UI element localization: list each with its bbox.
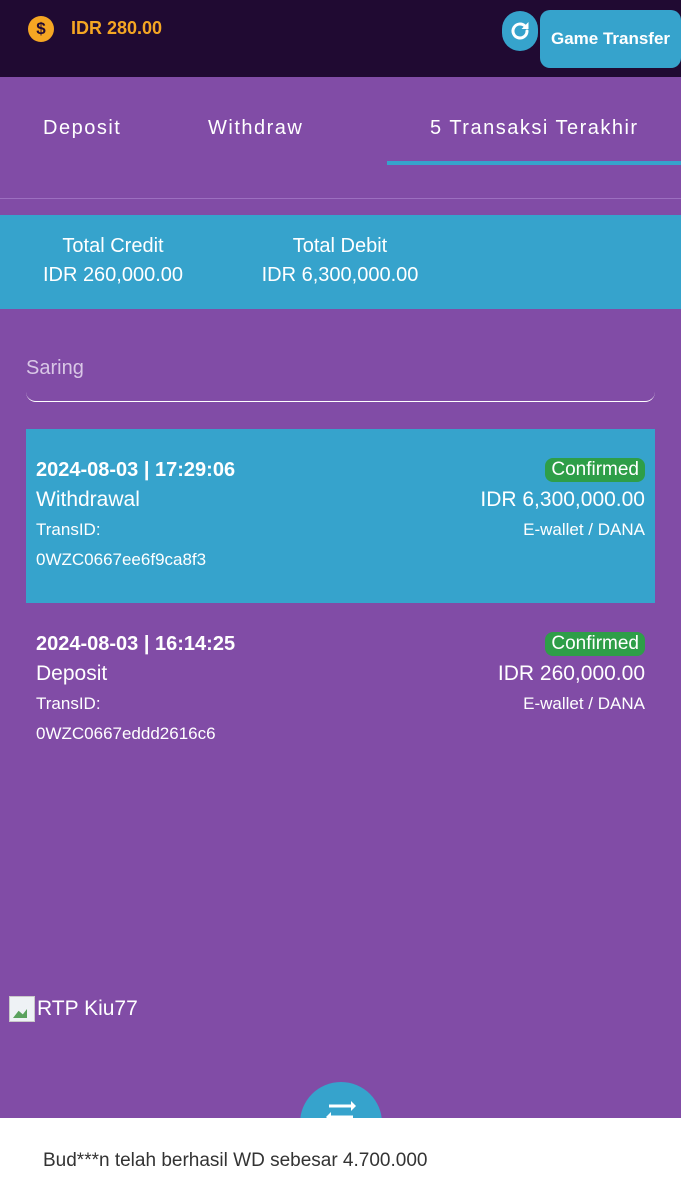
transaction-method: E-wallet / DANA	[523, 694, 645, 713]
transaction-id: 0WZC0667ee6f9ca8f3	[36, 550, 207, 569]
transaction-item[interactable]: 2024-08-03 | 17:29:06 Withdrawal TransID…	[26, 429, 655, 603]
totals-summary: Total Credit IDR 260,000.00 Total Debit …	[0, 215, 681, 309]
transaction-id-label: TransID:	[36, 520, 101, 539]
total-credit: Total Credit IDR 260,000.00	[28, 233, 198, 291]
total-credit-label: Total Credit	[62, 235, 164, 257]
broken-image-icon	[9, 996, 35, 1022]
transaction-id: 0WZC0667eddd2616c6	[36, 724, 216, 743]
total-credit-value: IDR 260,000.00	[42, 264, 184, 286]
total-debit-label: Total Debit	[292, 235, 388, 257]
rtp-image[interactable]: RTP Kiu77	[9, 996, 138, 1022]
transaction-amount: IDR 260,000.00	[497, 662, 645, 685]
coin-icon: $	[28, 16, 54, 42]
transaction-method: E-wallet / DANA	[523, 520, 645, 539]
total-debit-value: IDR 6,300,000.00	[261, 264, 419, 286]
balance-amount: IDR 280.00	[71, 18, 163, 38]
top-bar: $ IDR 280.00 Game Transfer	[0, 0, 681, 77]
refresh-icon	[511, 22, 529, 40]
tab-deposit[interactable]: Deposit	[43, 117, 121, 140]
transaction-datetime: 2024-08-03 | 17:29:06	[36, 459, 236, 481]
tabs-divider	[0, 198, 681, 199]
active-tab-indicator	[387, 161, 681, 165]
filter-field	[26, 350, 655, 402]
tab-bar: Deposit Withdraw 5 Transaksi Terakhir	[0, 77, 681, 200]
filter-input[interactable]	[26, 350, 655, 386]
transaction-amount: IDR 6,300,000.00	[480, 488, 645, 511]
transaction-datetime: 2024-08-03 | 16:14:25	[36, 633, 236, 655]
tab-recent-transactions[interactable]: 5 Transaksi Terakhir	[430, 117, 639, 140]
transaction-item[interactable]: 2024-08-03 | 16:14:25 Deposit TransID: 0…	[26, 603, 655, 777]
transaction-id-label: TransID:	[36, 694, 101, 713]
transaction-type: Withdrawal	[36, 488, 140, 511]
status-badge: Confirmed	[545, 632, 645, 656]
withdraw-ticker: Bud***n telah berhasil WD sebesar 4.700.…	[0, 1118, 681, 1200]
transaction-type: Deposit	[36, 662, 108, 685]
total-debit: Total Debit IDR 6,300,000.00	[250, 233, 430, 291]
game-transfer-button[interactable]: Game Transfer	[540, 10, 681, 68]
refresh-button[interactable]	[502, 11, 538, 51]
status-badge: Confirmed	[545, 458, 645, 482]
tab-withdraw[interactable]: Withdraw	[208, 117, 303, 140]
rtp-image-alt-text: RTP Kiu77	[37, 997, 138, 1020]
ticker-text: Bud***n telah berhasil WD sebesar 4.700.…	[43, 1150, 428, 1171]
